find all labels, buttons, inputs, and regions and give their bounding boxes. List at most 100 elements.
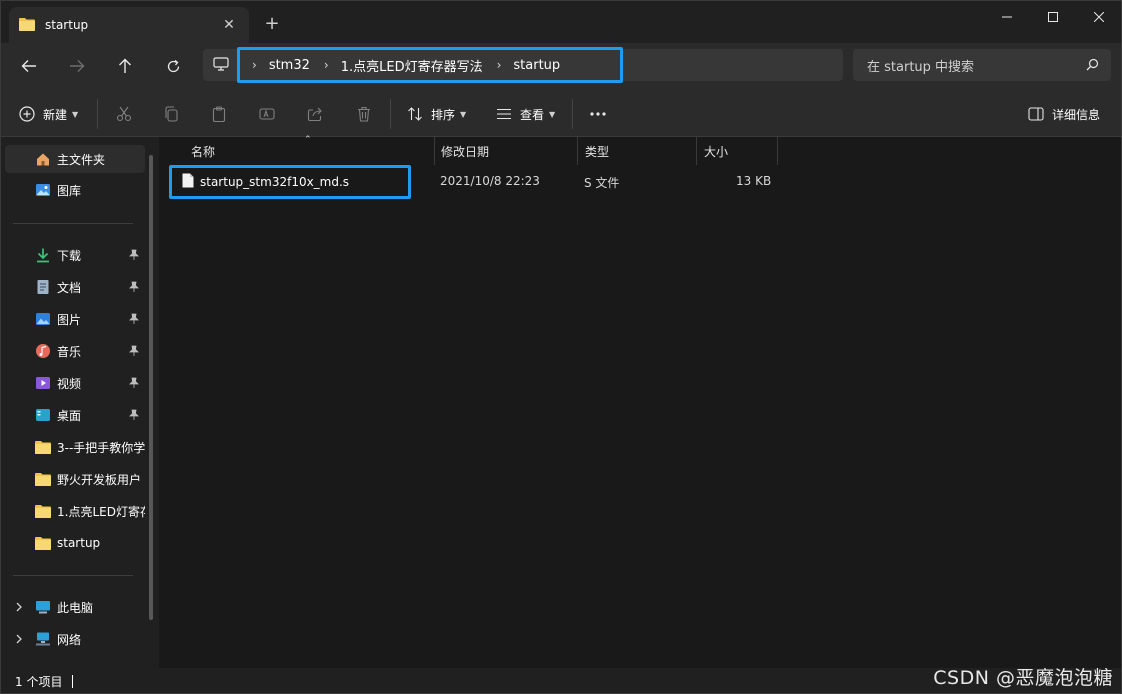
folder-icon (19, 17, 35, 34)
sidebar-item-documents[interactable]: 文档 (5, 273, 145, 301)
maximize-button[interactable] (1030, 1, 1076, 33)
sidebar-item-folder[interactable]: startup (5, 529, 145, 557)
details-pane-button[interactable]: 详细信息 (1028, 101, 1100, 127)
breadcrumb-led-register[interactable]: 1.点亮LED灯寄存器写法 (341, 56, 483, 75)
pin-icon[interactable] (129, 249, 139, 263)
view-button[interactable]: 查看 ▼ (496, 101, 555, 127)
pin-icon[interactable] (129, 377, 139, 391)
share-icon (307, 107, 322, 122)
download-icon (35, 247, 51, 263)
search-input[interactable]: 在 startup 中搜索 (853, 49, 1111, 81)
pin-icon[interactable] (129, 313, 139, 327)
new-button[interactable]: 新建 ▼ (19, 101, 78, 127)
navigation-bar: › stm32 › 1.点亮LED灯寄存器写法 › startup 在 star… (1, 43, 1121, 89)
folder-icon (35, 503, 51, 519)
more-options-button[interactable] (589, 101, 607, 127)
minimize-button[interactable] (984, 1, 1030, 33)
rename-button[interactable] (259, 101, 275, 127)
new-tab-button[interactable]: + (261, 14, 283, 34)
command-bar: 新建 ▼ 排序 ▼ 查看 ▼ 详细信息 (1, 89, 1121, 137)
refresh-button[interactable] (156, 51, 190, 81)
maximize-icon (1048, 12, 1058, 22)
column-header-date[interactable]: 修改日期 (433, 137, 578, 165)
pin-icon[interactable] (129, 409, 139, 423)
chevron-right-icon[interactable]: › (252, 58, 257, 72)
sidebar-item-network[interactable]: 网络 (5, 625, 145, 653)
file-name-cell[interactable]: startup_stm32f10x_md.s (169, 165, 411, 199)
picture-icon (35, 311, 51, 327)
sidebar-item-music[interactable]: 音乐 (5, 337, 145, 365)
column-header-type[interactable]: 类型 (577, 137, 697, 165)
chevron-down-icon: ▼ (460, 109, 467, 119)
ellipsis-icon (590, 112, 606, 116)
file-type: S 文件 (584, 176, 620, 190)
view-label: 查看 (520, 107, 545, 122)
column-header-label: 修改日期 (441, 144, 490, 159)
sidebar-item-folder[interactable]: 3--手把手教你学 (5, 433, 145, 461)
sidebar-item-downloads[interactable]: 下载 (5, 241, 145, 269)
delete-button[interactable] (356, 101, 372, 127)
minimize-icon (1002, 16, 1012, 18)
breadcrumb-stm32[interactable]: stm32 (269, 58, 310, 73)
sort-icon (408, 107, 422, 121)
forward-button[interactable] (60, 51, 94, 81)
pin-icon[interactable] (129, 345, 139, 359)
toolbar-divider (97, 99, 98, 129)
folder-icon (35, 471, 51, 487)
sidebar-item-label: 网络 (57, 632, 82, 647)
music-icon (35, 343, 51, 359)
sidebar-item-label: 图库 (57, 183, 82, 198)
file-list: ⌃ 名称 修改日期 类型 大小 startup_stm32f10x_md.s 2… (161, 135, 1121, 668)
network-icon (35, 631, 51, 647)
sidebar-item-videos[interactable]: 视频 (5, 369, 145, 397)
folder-icon (35, 535, 51, 551)
cut-button[interactable] (116, 101, 132, 127)
sidebar-item-folder[interactable]: 野火开发板用户 (5, 465, 145, 493)
folder-icon (35, 439, 51, 455)
close-window-button[interactable] (1076, 1, 1121, 33)
trash-icon (358, 106, 370, 122)
table-row[interactable]: startup_stm32f10x_md.s 2021/10/8 22:23 S… (169, 165, 789, 199)
copy-button[interactable] (163, 101, 179, 127)
pin-icon[interactable] (129, 281, 139, 295)
chevron-down-icon: ▼ (72, 109, 79, 119)
scissors-icon (116, 106, 132, 122)
chevron-right-icon[interactable] (15, 633, 23, 647)
new-label: 新建 (43, 107, 68, 122)
sidebar-item-pictures[interactable]: 图片 (5, 305, 145, 333)
breadcrumb-startup[interactable]: startup (513, 58, 560, 73)
sidebar-item-home[interactable]: 主文件夹 (5, 145, 145, 173)
up-button[interactable] (108, 51, 142, 81)
chevron-right-icon[interactable] (15, 601, 23, 615)
home-icon (35, 151, 51, 167)
chevron-right-icon[interactable]: › (497, 58, 502, 72)
tab-startup[interactable]: startup ✕ (9, 7, 249, 43)
sidebar-item-label: 主文件夹 (57, 152, 106, 167)
address-bar[interactable]: › stm32 › 1.点亮LED灯寄存器写法 › startup (203, 47, 843, 83)
back-button[interactable] (12, 51, 46, 81)
monitor-icon (213, 56, 229, 75)
column-header-name[interactable]: 名称 (183, 137, 435, 165)
paste-button[interactable] (211, 101, 227, 127)
column-header-size[interactable]: 大小 (696, 137, 778, 165)
sidebar-item-label: startup (57, 536, 101, 550)
sidebar-item-label: 3--手把手教你学 (57, 440, 145, 455)
file-icon (182, 173, 194, 191)
sidebar-item-folder[interactable]: 1.点亮LED灯寄存 (5, 497, 145, 525)
sort-button[interactable]: 排序 ▼ (407, 101, 466, 127)
arrow-up-icon (119, 58, 131, 73)
sidebar-item-this-pc[interactable]: 此电脑 (5, 593, 145, 621)
toolbar-divider (572, 99, 573, 129)
close-tab-icon[interactable]: ✕ (219, 17, 239, 33)
copy-icon (165, 106, 178, 122)
refresh-icon (167, 59, 179, 72)
share-button[interactable] (307, 101, 323, 127)
chevron-right-icon[interactable]: › (324, 58, 329, 72)
sidebar-item-desktop[interactable]: 桌面 (5, 401, 145, 429)
plus-circle-icon (19, 106, 35, 122)
sidebar-scrollbar[interactable] (149, 155, 153, 620)
sidebar-item-label: 野火开发板用户 (57, 472, 142, 487)
toolbar-divider (390, 99, 391, 129)
sidebar-item-gallery[interactable]: 图库 (5, 176, 145, 204)
column-header-label: 大小 (704, 144, 729, 159)
